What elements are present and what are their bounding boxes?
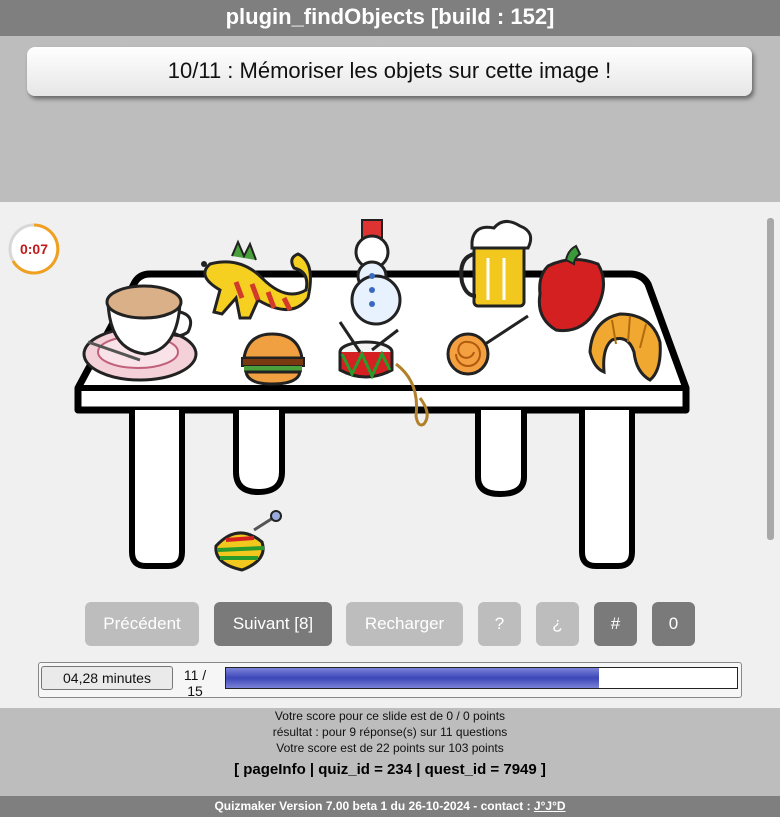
version-footer: Quizmaker Version 7.00 beta 1 du 26-10-2… [0, 796, 780, 817]
progress-bar [225, 667, 738, 689]
help-button[interactable]: ? [478, 602, 521, 646]
elapsed-time-field: 04,28 minutes [41, 666, 173, 690]
question-banner: 10/11 : Mémoriser les objets sur cette i… [27, 47, 752, 96]
total-score-line: Votre score est de 22 points sur 103 poi… [276, 741, 504, 755]
page-info: [ pageInfo | quiz_id = 234 | quest_id = … [234, 761, 546, 778]
progress-bar-fill [226, 668, 600, 688]
stage-illustration [74, 219, 690, 572]
contact-link[interactable]: J°J°D [534, 799, 566, 813]
stage-scrollbar[interactable] [767, 218, 774, 540]
spinning-top-image [214, 510, 282, 572]
burger-image [241, 332, 305, 386]
version-text: Quizmaker Version 7.00 beta 1 du 26-10-2… [214, 799, 534, 813]
zero-button[interactable]: 0 [652, 602, 695, 646]
inverted-question-button[interactable]: ¿ [536, 602, 579, 646]
app-title: plugin_findObjects [build : 152] [0, 0, 780, 36]
result-line: résultat : pour 9 réponse(s) sur 11 ques… [272, 725, 508, 739]
beer-mug-image [459, 220, 533, 308]
timer-text: 0:07 [19, 241, 49, 257]
question-count: 11 / 15 [183, 667, 207, 699]
hash-button[interactable]: # [594, 602, 637, 646]
next-button[interactable]: Suivant [8] [214, 602, 332, 646]
previous-button[interactable]: Précédent [85, 602, 199, 646]
reload-button[interactable]: Recharger [346, 602, 463, 646]
slide-score-line: Votre score pour ce slide est de 0 / 0 p… [274, 709, 506, 723]
